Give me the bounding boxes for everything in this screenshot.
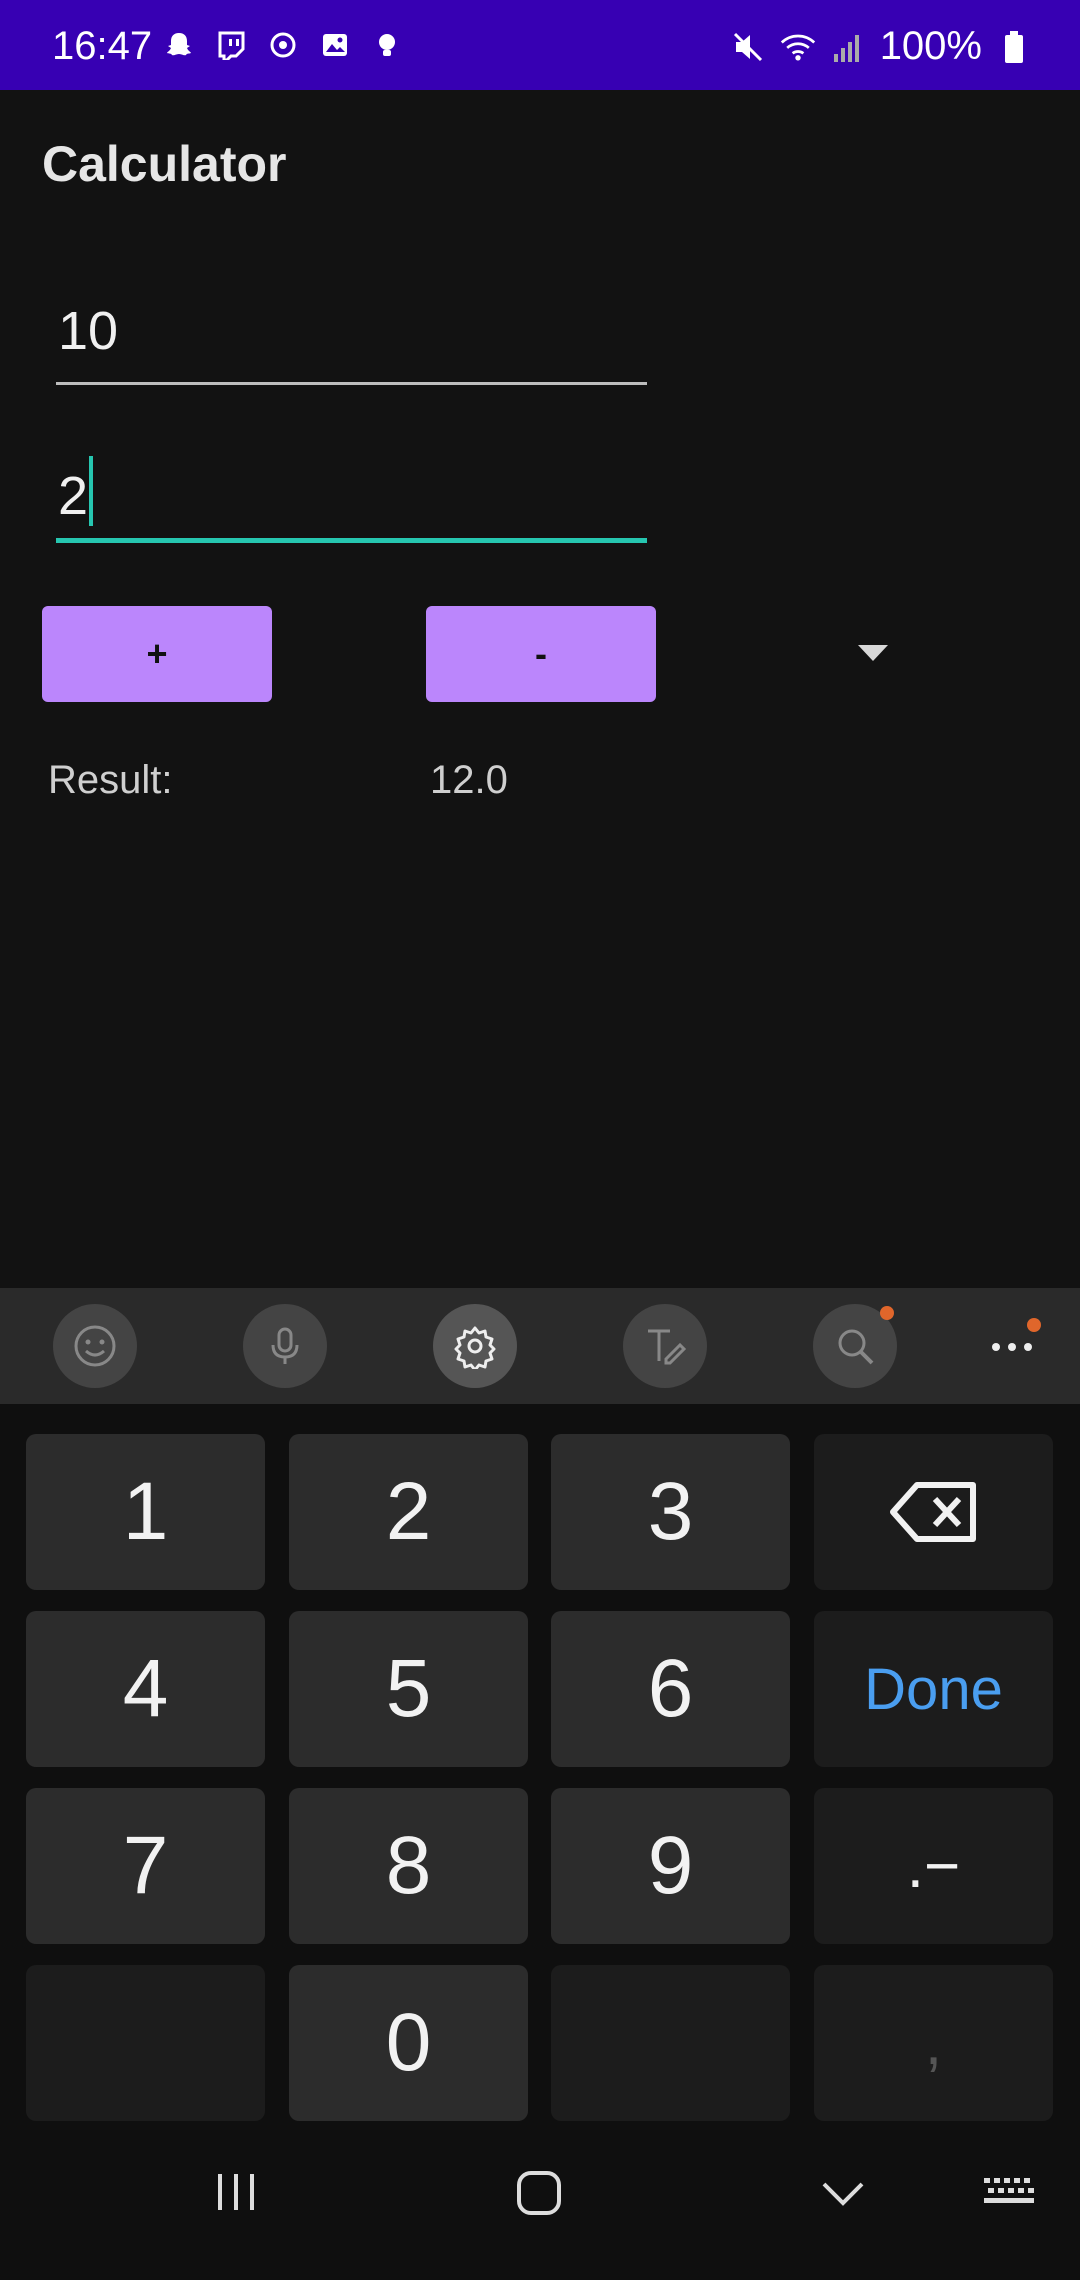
key-9[interactable]: 9 <box>551 1788 790 1944</box>
empty-key-middle <box>551 1965 790 2121</box>
comma-key[interactable]: , <box>814 1965 1053 2121</box>
second-number-value: 2 <box>58 466 89 526</box>
more-notification-dot <box>1027 1318 1041 1332</box>
key-2[interactable]: 2 <box>289 1434 528 1590</box>
second-number-field[interactable]: 2 <box>56 448 647 543</box>
system-icons: 100% <box>730 24 1032 69</box>
mute-icon <box>730 29 766 65</box>
key-3[interactable]: 3 <box>551 1434 790 1590</box>
navigation-bar <box>0 2124 1080 2280</box>
search-notification-dot <box>880 1306 894 1320</box>
app-title: Calculator <box>42 136 287 192</box>
subtract-button[interactable]: - <box>426 606 656 702</box>
sync-icon <box>266 28 300 62</box>
result-label: Result: <box>48 758 173 802</box>
wifi-icon <box>780 29 816 65</box>
empty-key-left <box>26 1965 265 2121</box>
emoji-icon[interactable] <box>53 1304 137 1388</box>
recents-icon[interactable] <box>212 2168 260 2216</box>
battery-percent: 100% <box>879 24 982 68</box>
text-cursor <box>89 456 94 526</box>
key-1[interactable]: 1 <box>26 1434 265 1590</box>
keyboard-switch-icon[interactable] <box>982 2168 1038 2216</box>
keyboard-toolbar <box>0 1288 1080 1404</box>
battery-icon <box>996 29 1032 65</box>
snapchat-icon <box>162 28 196 62</box>
key-4[interactable]: 4 <box>26 1611 265 1767</box>
add-button[interactable]: + <box>42 606 272 702</box>
notification-icons <box>162 28 404 62</box>
bulb-icon <box>370 28 404 62</box>
backspace-icon <box>889 1482 976 1542</box>
key-7[interactable]: 7 <box>26 1788 265 1944</box>
status-bar: 16:47 100% <box>0 0 1080 90</box>
more-icon[interactable] <box>990 1332 1036 1367</box>
second-number-container: 2 <box>58 456 94 527</box>
dot-minus-key[interactable]: .− <box>814 1788 1053 1944</box>
status-time: 16:47 <box>52 24 153 68</box>
result-value: 12.0 <box>430 758 508 802</box>
done-key[interactable]: Done <box>814 1611 1053 1767</box>
dropdown-arrow-icon[interactable] <box>858 645 888 661</box>
first-number-value: 10 <box>58 301 119 361</box>
signal-icon <box>830 29 866 65</box>
key-5[interactable]: 5 <box>289 1611 528 1767</box>
gallery-icon <box>318 28 352 62</box>
hide-keyboard-icon[interactable] <box>818 2168 868 2218</box>
handwriting-icon[interactable] <box>623 1304 707 1388</box>
backspace-key[interactable] <box>814 1434 1053 1590</box>
key-0[interactable]: 0 <box>289 1965 528 2121</box>
screen: 16:47 100% Calculator 10 2 + - Result: 1… <box>0 0 1080 2280</box>
key-8[interactable]: 8 <box>289 1788 528 1944</box>
first-number-field[interactable]: 10 <box>56 292 647 385</box>
settings-icon[interactable] <box>433 1304 517 1388</box>
numeric-keyboard: 1 2 3 4 5 6 Done 7 8 9 .− 0 , <box>0 1404 1080 2124</box>
key-6[interactable]: 6 <box>551 1611 790 1767</box>
twitch-icon <box>214 28 248 62</box>
mic-icon[interactable] <box>243 1304 327 1388</box>
home-icon[interactable] <box>514 2168 564 2218</box>
